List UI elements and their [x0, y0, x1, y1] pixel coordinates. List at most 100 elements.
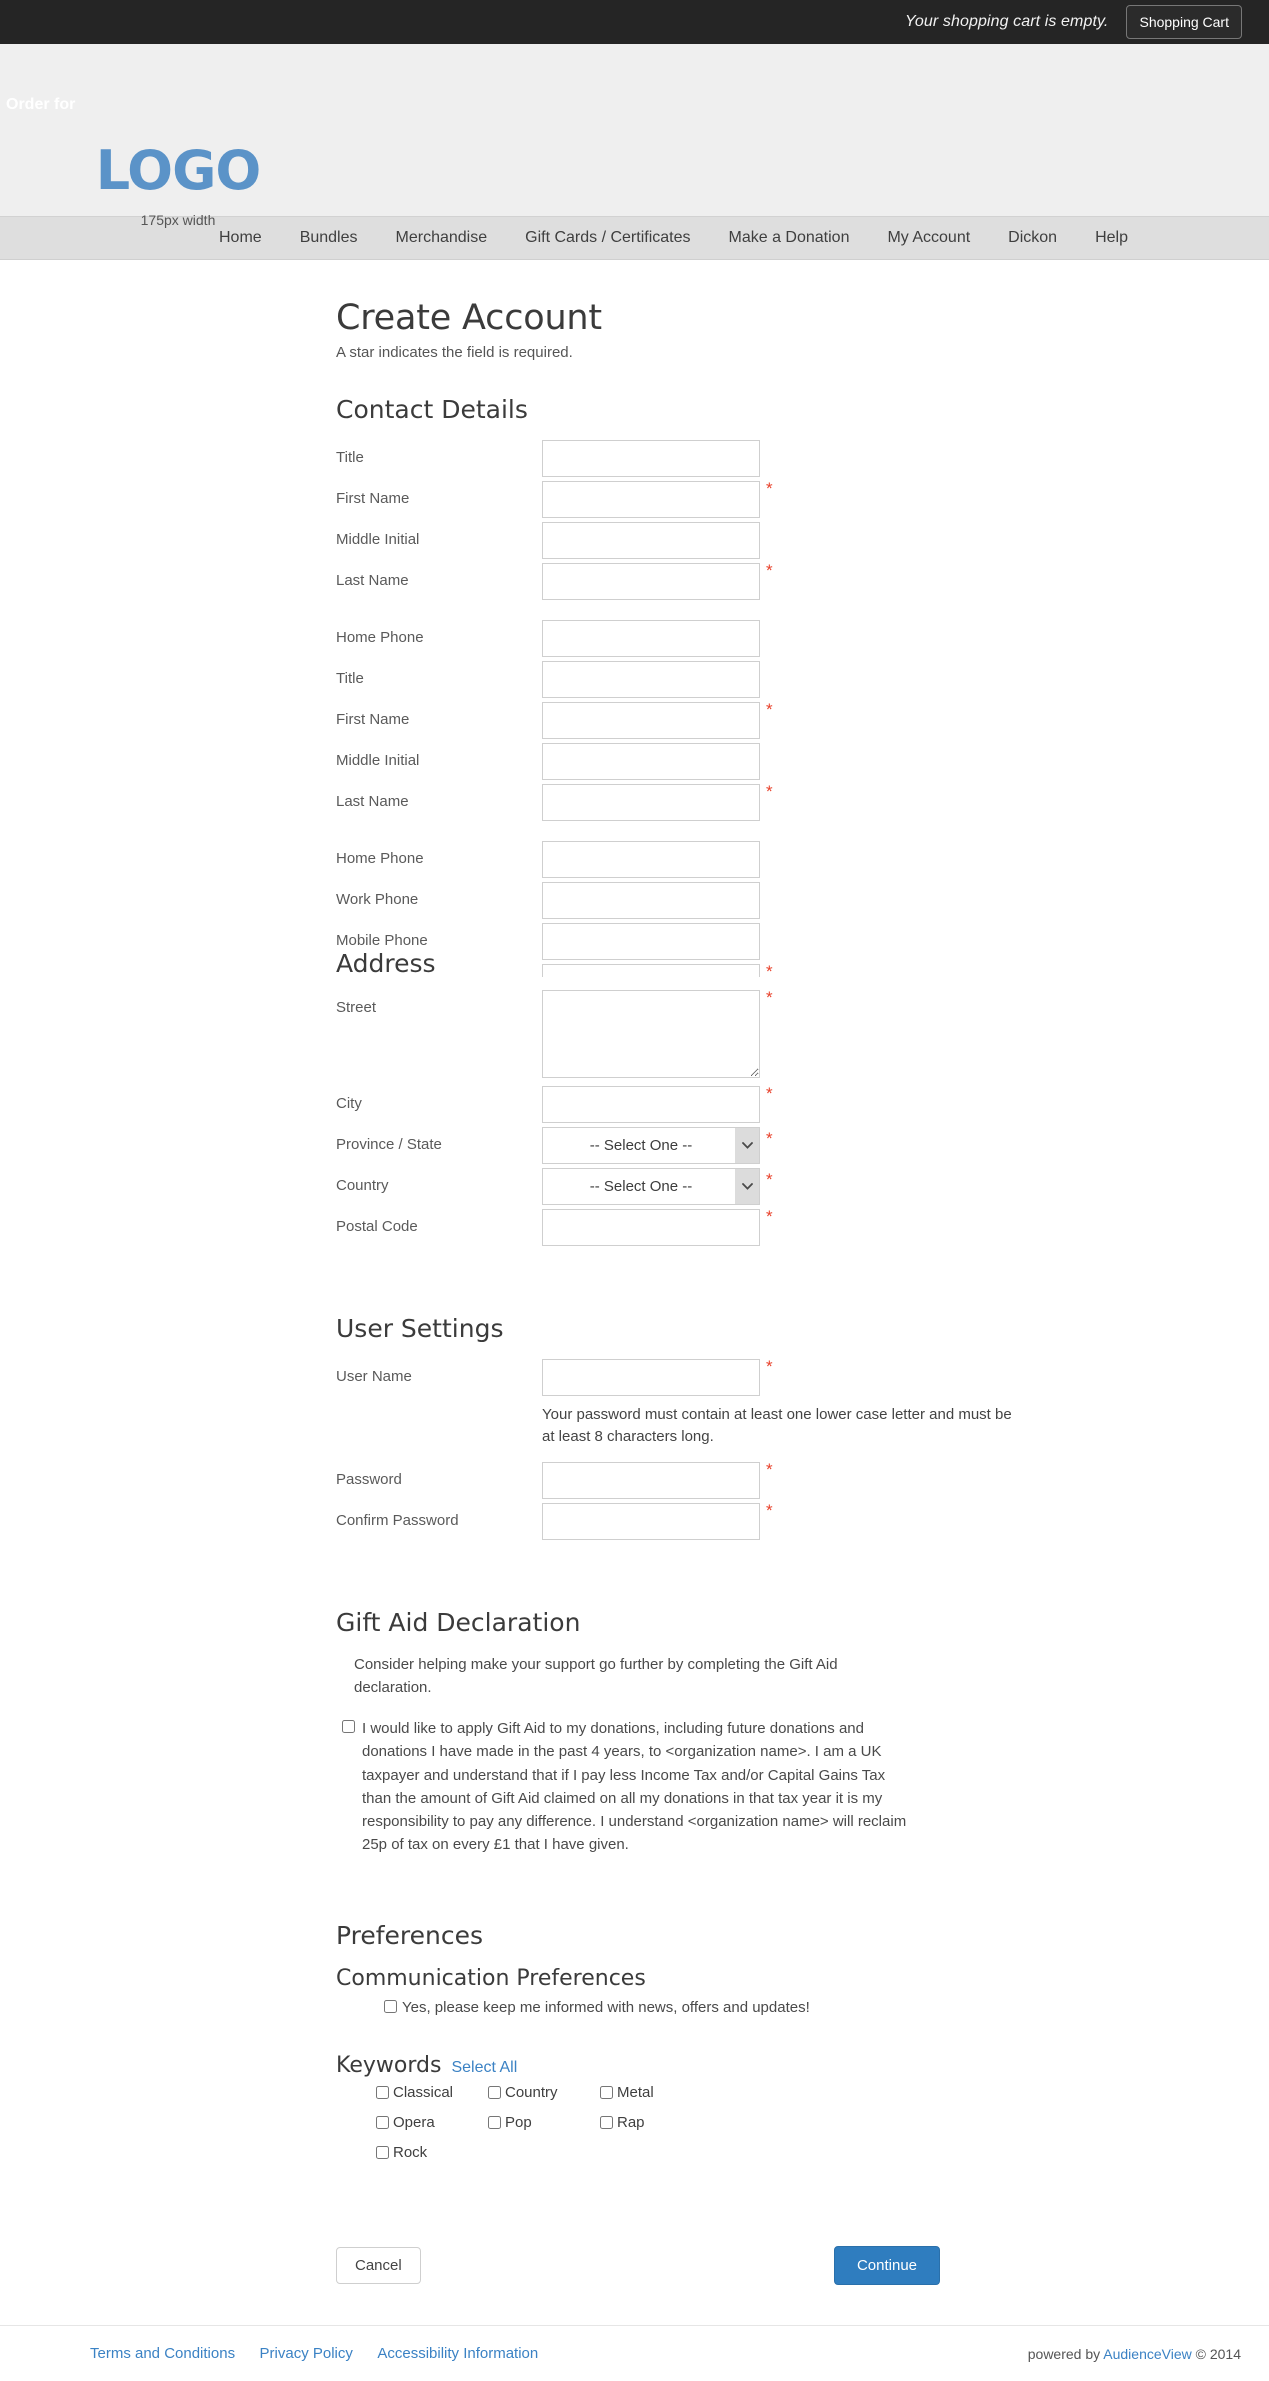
continue-button[interactable]: Continue [833, 2246, 940, 2285]
nav-item-gift-cards[interactable]: Gift Cards / Certificates [506, 216, 709, 260]
gift-aid-intro-text: Consider helping make your support go fu… [354, 1655, 838, 1696]
field-row-title-2: Title [336, 661, 1096, 698]
input-postal-code[interactable] [542, 1209, 760, 1246]
keyword-item-country[interactable]: Country [488, 2084, 600, 2101]
required-asterisk: * [766, 1170, 773, 1189]
field-control-street: * [542, 989, 773, 1078]
select-province-state[interactable]: -- Select One -- [542, 1127, 760, 1164]
field-label-mobile-phone: Mobile Phone [336, 932, 428, 949]
required-asterisk: * [766, 1207, 773, 1226]
input-last-name-2[interactable] [542, 784, 760, 821]
input-home-phone-1[interactable] [542, 620, 760, 657]
site-logo[interactable]: LOGO 175px width [78, 139, 278, 229]
field-label-home-phone-1: Home Phone [336, 629, 424, 646]
keyword-label-rap: Rap [617, 2114, 645, 2131]
field-control-work-phone [542, 882, 760, 919]
keyword-item-pop[interactable]: Pop [488, 2114, 600, 2131]
logo-text: LOGO [95, 139, 262, 202]
textarea-street[interactable] [542, 990, 760, 1078]
input-home-phone-2[interactable] [542, 841, 760, 878]
keyword-item-rap[interactable]: Rap [600, 2114, 712, 2131]
input-confirm-password[interactable] [542, 1502, 760, 1540]
field-row-middle-initial-1: Middle Initial [336, 522, 1096, 559]
field-label-last-name-2: Last Name [336, 793, 409, 810]
section-heading-address: Address [336, 949, 436, 978]
gift-aid-checkbox[interactable] [342, 1720, 355, 1733]
field-control-password: * [542, 1461, 773, 1499]
field-control-user-name: * [542, 1358, 773, 1396]
input-title-2[interactable] [542, 661, 760, 698]
input-middle-initial-2[interactable] [542, 743, 760, 780]
input-user-name[interactable] [542, 1359, 760, 1396]
communication-preference-label[interactable]: Yes, please keep me informed with news, … [402, 1997, 810, 2020]
keyword-item-rock[interactable]: Rock [376, 2144, 488, 2161]
field-row-middle-initial-2: Middle Initial [336, 743, 1096, 780]
keyword-checkbox-rock[interactable] [376, 2146, 389, 2159]
masthead: Order for LOGO 175px width [0, 44, 1269, 228]
field-row-confirm-password: Confirm Password * [336, 1502, 1096, 1540]
gift-aid-checkbox-label[interactable]: I would like to apply Gift Aid to my don… [362, 1717, 912, 1857]
field-row-postal-code: Postal Code * [336, 1207, 1096, 1246]
subsection-heading-keywords: Keywords [336, 2053, 442, 2078]
field-row-title-1: Title [336, 440, 1096, 477]
cart-status-text: Your shopping cart is empty. [904, 13, 1109, 30]
field-row-first-name-1: First Name * [336, 480, 1096, 518]
field-label-street: Street [336, 999, 377, 1016]
field-label-first-name-2: First Name [336, 711, 410, 728]
field-row-country: Country -- Select One -- * [336, 1168, 1096, 1205]
field-label-title-2: Title [336, 670, 364, 687]
form-action-row: Cancel Continue [336, 2246, 940, 2285]
nav-item-dickon[interactable]: Dickon [989, 216, 1076, 260]
nav-item-bundles[interactable]: Bundles [281, 216, 377, 260]
cancel-button[interactable]: Cancel [336, 2247, 421, 2284]
field-label-middle-initial-2: Middle Initial [336, 752, 420, 769]
field-control-middle-initial-2 [542, 743, 760, 780]
input-first-name-2[interactable] [542, 702, 760, 739]
field-label-last-name-1: Last Name [336, 572, 409, 589]
keyword-checkbox-opera[interactable] [376, 2116, 389, 2129]
keyword-checkbox-country[interactable] [488, 2086, 501, 2099]
select-all-keywords-link[interactable]: Select All [451, 2059, 517, 2077]
communication-preference-row: Yes, please keep me informed with news, … [384, 1997, 814, 2020]
field-row-home-phone-1: Home Phone [336, 620, 1096, 657]
keyword-checkbox-rap[interactable] [600, 2116, 613, 2129]
field-control-middle-initial-1 [542, 522, 760, 559]
input-city[interactable] [542, 1086, 760, 1123]
field-control-title-2 [542, 661, 760, 698]
field-control-last-name-1: * [542, 562, 773, 600]
footer-link-privacy-policy[interactable]: Privacy Policy [260, 2345, 353, 2362]
keyword-checkbox-metal[interactable] [600, 2086, 613, 2099]
nav-item-merchandise[interactable]: Merchandise [377, 216, 507, 260]
select-country[interactable]: -- Select One -- [542, 1168, 760, 1205]
nav-item-make-a-donation[interactable]: Make a Donation [710, 216, 869, 260]
footer-link-terms-and-conditions[interactable]: Terms and Conditions [90, 2345, 235, 2362]
shopping-cart-button[interactable]: Shopping Cart [1126, 5, 1242, 39]
input-middle-initial-1[interactable] [542, 522, 760, 559]
footer-link-accessibility-information[interactable]: Accessibility Information [377, 2345, 538, 2362]
communication-preference-checkbox[interactable] [384, 1999, 397, 2013]
nav-item-my-account[interactable]: My Account [868, 216, 989, 260]
keyword-item-metal[interactable]: Metal [600, 2084, 712, 2101]
input-first-name-1[interactable] [542, 481, 760, 518]
logo-size-caption: 175px width [140, 212, 216, 228]
keyword-checkbox-classical[interactable] [376, 2086, 389, 2099]
input-last-name-1[interactable] [542, 563, 760, 600]
input-password[interactable] [542, 1461, 760, 1499]
field-control-home-phone-2 [542, 841, 760, 878]
required-asterisk: * [766, 988, 773, 1007]
keyword-item-opera[interactable]: Opera [376, 2114, 488, 2131]
required-field-note: A star indicates the field is required. [336, 344, 573, 361]
field-label-country: Country [336, 1177, 389, 1194]
field-label-middle-initial-1: Middle Initial [336, 531, 420, 548]
keyword-item-classical[interactable]: Classical [376, 2084, 488, 2101]
field-row-work-phone: Work Phone [336, 882, 1096, 919]
input-title-1[interactable] [542, 440, 760, 477]
keyword-label-pop: Pop [505, 2114, 532, 2131]
input-work-phone[interactable] [542, 882, 760, 919]
field-label-home-phone-2: Home Phone [336, 850, 424, 867]
field-control-first-name-2: * [542, 701, 773, 739]
powered-by-brand-link[interactable]: AudienceView [1103, 2346, 1191, 2362]
keyword-checkbox-pop[interactable] [488, 2116, 501, 2129]
nav-item-help[interactable]: Help [1076, 216, 1147, 260]
top-utility-bar: Your shopping cart is empty. Shopping Ca… [0, 0, 1269, 44]
